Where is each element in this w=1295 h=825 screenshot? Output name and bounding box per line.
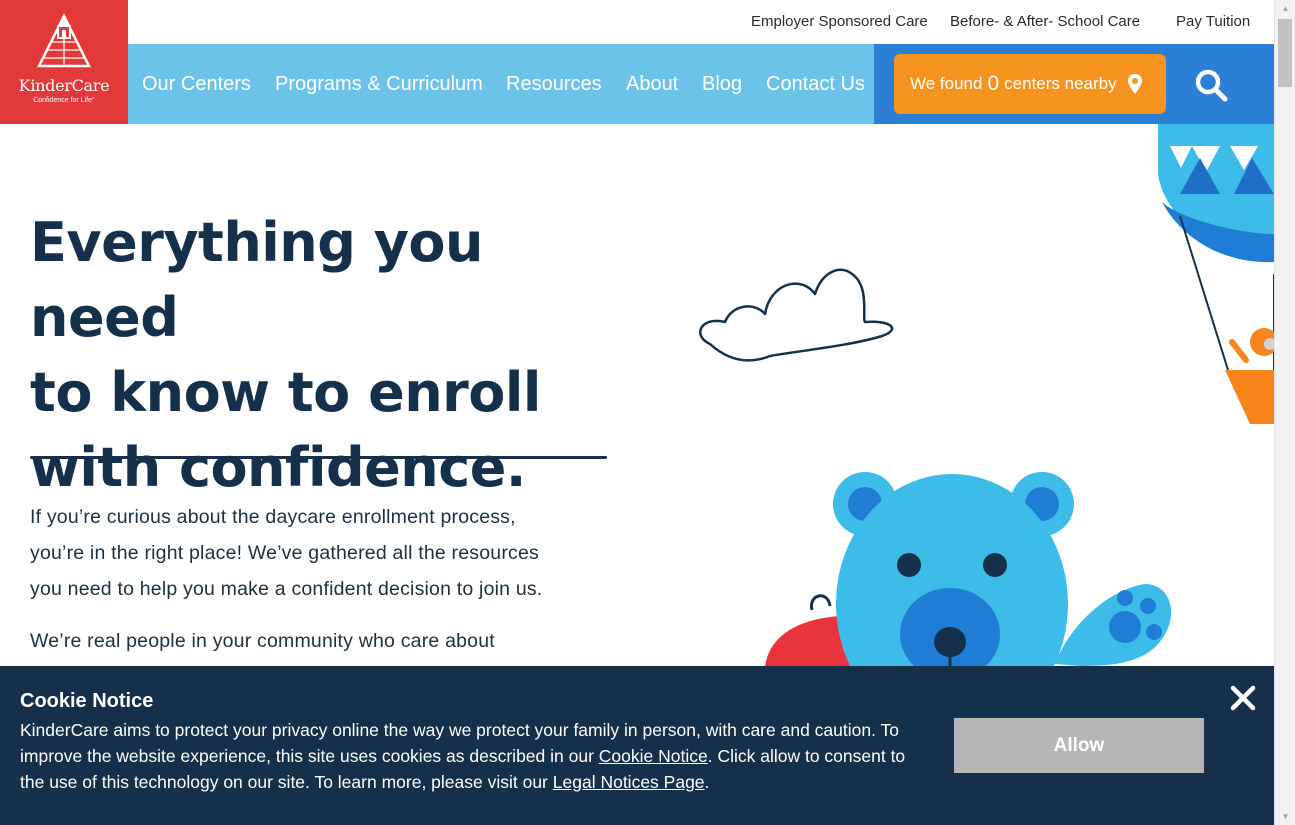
teddy-bear-illustration bbox=[765, 472, 1172, 666]
title-divider bbox=[30, 456, 607, 459]
centers-count: 0 bbox=[987, 72, 1000, 95]
map-pin-icon bbox=[1127, 74, 1142, 94]
schoolhouse-icon bbox=[36, 13, 92, 68]
nav-our-centers[interactable]: Our Centers bbox=[142, 73, 251, 96]
center-finder-bar: We found 0 centers nearby bbox=[874, 44, 1274, 124]
kindercare-logo[interactable]: KinderCare Confidence for Life° bbox=[0, 0, 128, 124]
hero-paragraph-2: We’re real people in your community who … bbox=[30, 630, 495, 652]
utility-link-school-care[interactable]: Before- & After- School Care bbox=[950, 13, 1140, 30]
cookie-title: Cookie Notice bbox=[20, 690, 154, 712]
hero-title-line: to know to enroll bbox=[30, 361, 541, 424]
scroll-down-icon[interactable]: ▼ bbox=[1275, 808, 1295, 825]
brand-name: KinderCare bbox=[18, 76, 110, 95]
close-icon[interactable] bbox=[1229, 684, 1257, 712]
scrollbar-thumb[interactable] bbox=[1278, 19, 1292, 87]
nav-blog[interactable]: Blog bbox=[702, 73, 742, 96]
cookie-banner: Cookie Notice KinderCare aims to protect… bbox=[0, 666, 1274, 825]
paragraph-line: If you’re curious about the daycare enro… bbox=[30, 506, 516, 528]
utility-link-employer-care[interactable]: Employer Sponsored Care bbox=[751, 13, 928, 30]
hero-title-line: with confidence. bbox=[30, 436, 526, 499]
nav-resources[interactable]: Resources bbox=[506, 73, 602, 96]
centers-suffix: centers nearby bbox=[1004, 74, 1117, 93]
nav-programs-curriculum[interactable]: Programs & Curriculum bbox=[275, 73, 483, 96]
cloud-illustration bbox=[699, 268, 894, 362]
cookie-text-part: . bbox=[704, 772, 710, 792]
main-nav: Our Centers Programs & Curriculum Resour… bbox=[128, 44, 874, 124]
centers-prefix: We found bbox=[910, 74, 983, 93]
nav-about[interactable]: About bbox=[626, 73, 678, 96]
cookie-text: KinderCare aims to protect your privacy … bbox=[20, 717, 920, 795]
allow-cookies-button[interactable]: Allow bbox=[954, 718, 1204, 773]
hero-title: Everything you need to know to enroll wi… bbox=[30, 205, 630, 505]
hot-air-balloon-illustration bbox=[1158, 124, 1274, 424]
legal-notices-link[interactable]: Legal Notices Page bbox=[553, 772, 705, 792]
page-scrollbar[interactable]: ▲ ▼ bbox=[1274, 0, 1295, 825]
paragraph-line: you’re in the right place! We’ve gathere… bbox=[30, 542, 539, 564]
hero-title-line: Everything you need bbox=[30, 211, 483, 349]
centers-nearby-button[interactable]: We found 0 centers nearby bbox=[894, 54, 1166, 114]
utility-nav: Employer Sponsored Care Before- & After-… bbox=[128, 0, 1274, 44]
paragraph-line: you need to help you make a confident de… bbox=[30, 578, 543, 600]
scroll-up-icon[interactable]: ▲ bbox=[1275, 0, 1295, 17]
search-icon[interactable] bbox=[1194, 68, 1228, 102]
nav-contact-us[interactable]: Contact Us bbox=[766, 73, 865, 96]
utility-link-pay-tuition[interactable]: Pay Tuition bbox=[1176, 13, 1250, 30]
hero-paragraph-1: If you’re curious about the daycare enro… bbox=[30, 499, 610, 607]
brand-tagline: Confidence for Life° bbox=[33, 97, 95, 104]
hero-illustration bbox=[699, 124, 1274, 666]
cookie-notice-link[interactable]: Cookie Notice bbox=[599, 746, 708, 766]
